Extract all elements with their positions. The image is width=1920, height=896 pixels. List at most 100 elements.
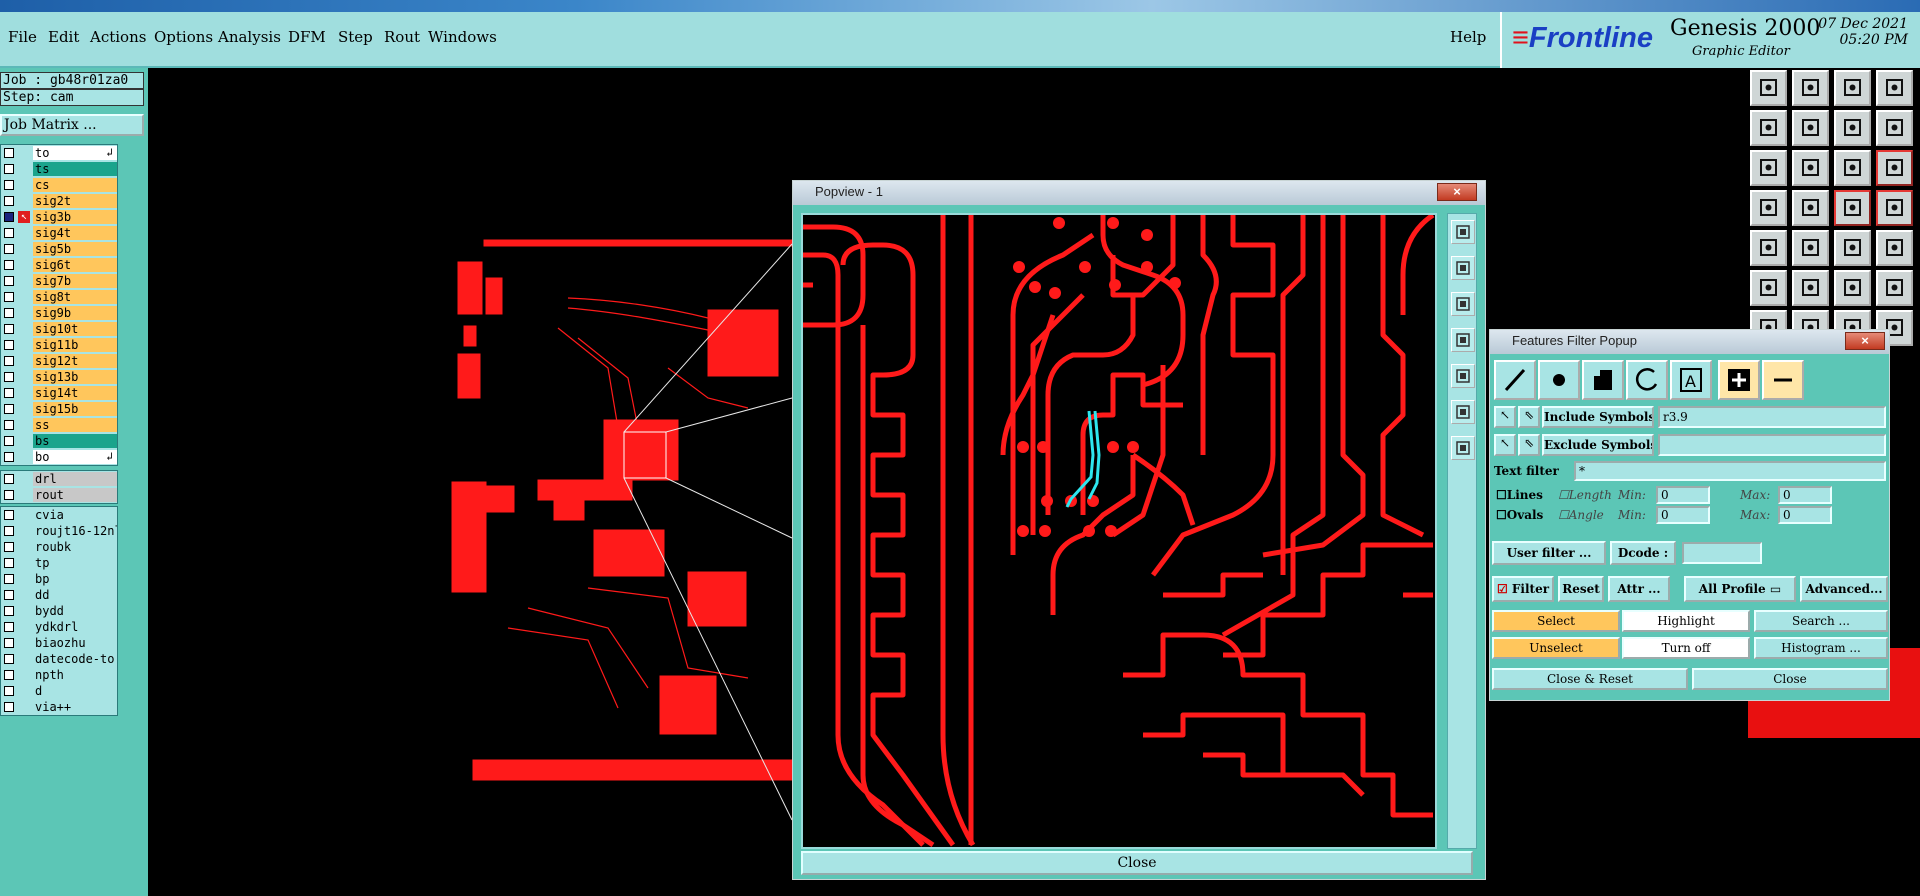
- advanced-button[interactable]: Advanced...: [1800, 576, 1888, 602]
- layer-row-bp[interactable]: bp: [1, 571, 117, 587]
- dcode-button[interactable]: Dcode :: [1610, 541, 1676, 565]
- layer-checkbox[interactable]: [4, 590, 14, 600]
- highlight-button[interactable]: Highlight: [1622, 610, 1750, 632]
- layer-checkbox[interactable]: [4, 654, 14, 664]
- highlighted-trace[interactable]: [1065, 410, 1095, 508]
- measure-icon[interactable]: [1750, 190, 1787, 226]
- negative-polarity-icon[interactable]: [1762, 360, 1804, 400]
- layer-row-ss[interactable]: ss: [1, 417, 117, 433]
- line-feature-icon[interactable]: [1494, 360, 1536, 400]
- layer-checkbox[interactable]: [4, 180, 14, 190]
- layer-checkbox[interactable]: [4, 622, 14, 632]
- length-checkbox[interactable]: ☐Length: [1558, 488, 1612, 502]
- layer-row-cs[interactable]: cs: [1, 177, 117, 193]
- length-max-input[interactable]: 0: [1778, 486, 1832, 504]
- zoom-out-icon[interactable]: [1451, 292, 1475, 316]
- layer-row-sig3b[interactable]: ↖ sig3b: [1, 209, 117, 225]
- turn-off-button[interactable]: Turn off: [1622, 637, 1750, 659]
- center-view-icon[interactable]: [1792, 150, 1829, 186]
- layer-checkbox[interactable]: [4, 510, 14, 520]
- layer-row-bydd[interactable]: bydd: [1, 603, 117, 619]
- exclude-symbols-input[interactable]: [1658, 434, 1886, 456]
- menu-edit[interactable]: Edit: [48, 28, 79, 46]
- layer-row-via-[interactable]: via++: [1, 699, 117, 715]
- angle-checkbox[interactable]: ☐Angle: [1558, 508, 1604, 522]
- layer-checkbox[interactable]: [4, 228, 14, 238]
- menu-actions[interactable]: Actions: [90, 28, 146, 46]
- zoom-in-icon[interactable]: [1451, 256, 1475, 280]
- pan-right-icon[interactable]: [1451, 364, 1475, 388]
- job-matrix-button[interactable]: Job Matrix ...: [0, 114, 144, 136]
- popview-close-button[interactable]: Close: [801, 851, 1473, 875]
- unselect-button[interactable]: Unselect: [1492, 637, 1620, 659]
- layer-checkbox[interactable]: [4, 686, 14, 696]
- include-select-icon[interactable]: ⇖: [1518, 406, 1540, 428]
- menu-rout[interactable]: Rout: [384, 28, 420, 46]
- exclude-select-icon[interactable]: ⇖: [1518, 434, 1540, 456]
- layer-row-sig4t[interactable]: sig4t: [1, 225, 117, 241]
- search-button[interactable]: Search ...: [1754, 610, 1888, 632]
- layer-checkbox[interactable]: [4, 292, 14, 302]
- filter-toggle[interactable]: ☑ Filter: [1492, 576, 1554, 602]
- angle-min-input[interactable]: 0: [1656, 506, 1710, 524]
- layer-display-icon[interactable]: [1834, 70, 1871, 106]
- reset-button[interactable]: Reset: [1558, 576, 1604, 602]
- layer-checkbox[interactable]: [4, 638, 14, 648]
- layer-checkbox[interactable]: [4, 196, 14, 206]
- layer-row-sig12t[interactable]: sig12t: [1, 353, 117, 369]
- layer-checkbox[interactable]: [4, 276, 14, 286]
- zoom-box-icon[interactable]: [1451, 220, 1475, 244]
- line-tool-icon[interactable]: [1792, 230, 1829, 266]
- bottom-view-icon[interactable]: [1792, 70, 1829, 106]
- surface-feature-icon[interactable]: [1582, 360, 1624, 400]
- ffp-titlebar[interactable]: Features Filter Popup: [1490, 330, 1889, 354]
- menu-help[interactable]: Help: [1450, 28, 1486, 46]
- layer-row-bs[interactable]: bs: [1, 433, 117, 449]
- layer-row-tp[interactable]: tp: [1, 555, 117, 571]
- layer-row-sig13b[interactable]: sig13b: [1, 369, 117, 385]
- exclude-pick-icon[interactable]: ↖: [1494, 434, 1516, 456]
- layer-row-bo[interactable]: bo ↲: [1, 449, 117, 465]
- histogram-button[interactable]: Histogram ...: [1754, 637, 1888, 659]
- layer-row-sig11b[interactable]: sig11b: [1, 337, 117, 353]
- zoom-extents-icon[interactable]: [1876, 70, 1913, 106]
- layer-checkbox[interactable]: [4, 404, 14, 414]
- arc-feature-icon[interactable]: [1626, 360, 1668, 400]
- pad-tool-icon[interactable]: [1750, 230, 1787, 266]
- positive-polarity-icon[interactable]: [1718, 360, 1760, 400]
- layer-checkbox[interactable]: [4, 244, 14, 254]
- layer-checkbox[interactable]: [4, 212, 14, 222]
- layer-checkbox[interactable]: [4, 148, 14, 158]
- layer-row-ts[interactable]: ts: [1, 161, 117, 177]
- layer-row-sig14t[interactable]: sig14t: [1, 385, 117, 401]
- probe-icon[interactable]: [1792, 190, 1829, 226]
- layer-checkbox[interactable]: [4, 574, 14, 584]
- layer-checkbox[interactable]: [4, 452, 14, 462]
- layer-row-sig8t[interactable]: sig8t: [1, 289, 117, 305]
- layer-row-d[interactable]: d: [1, 683, 117, 699]
- delete-icon[interactable]: [1792, 270, 1829, 306]
- pan-left-icon[interactable]: [1451, 328, 1475, 352]
- angle-max-input[interactable]: 0: [1778, 506, 1832, 524]
- menu-windows[interactable]: Windows: [428, 28, 497, 46]
- list-icon[interactable]: [1876, 190, 1913, 226]
- close-reset-button[interactable]: Close & Reset: [1492, 668, 1688, 690]
- length-min-input[interactable]: 0: [1656, 486, 1710, 504]
- layer-checkbox[interactable]: [4, 702, 14, 712]
- ovals-checkbox[interactable]: ☐Ovals: [1496, 508, 1543, 522]
- layer-checkbox[interactable]: [4, 490, 14, 500]
- layer-row-rout[interactable]: rout: [1, 487, 117, 503]
- layer-checkbox[interactable]: [4, 420, 14, 430]
- layer-pin-icon[interactable]: ↲: [106, 449, 113, 464]
- center-icon[interactable]: [1451, 436, 1475, 460]
- text-filter-input[interactable]: *: [1574, 461, 1886, 481]
- ffp-close-x-button[interactable]: ×: [1845, 332, 1885, 350]
- layer-row-sig10t[interactable]: sig10t: [1, 321, 117, 337]
- layer-checkbox[interactable]: [4, 558, 14, 568]
- include-symbols-input[interactable]: r3.9: [1658, 406, 1886, 428]
- layer-row-npth[interactable]: npth: [1, 667, 117, 683]
- layer-checkbox[interactable]: [4, 436, 14, 446]
- layer-row-sig15b[interactable]: sig15b: [1, 401, 117, 417]
- select-button[interactable]: Select: [1492, 610, 1620, 632]
- menu-step[interactable]: Step: [338, 28, 373, 46]
